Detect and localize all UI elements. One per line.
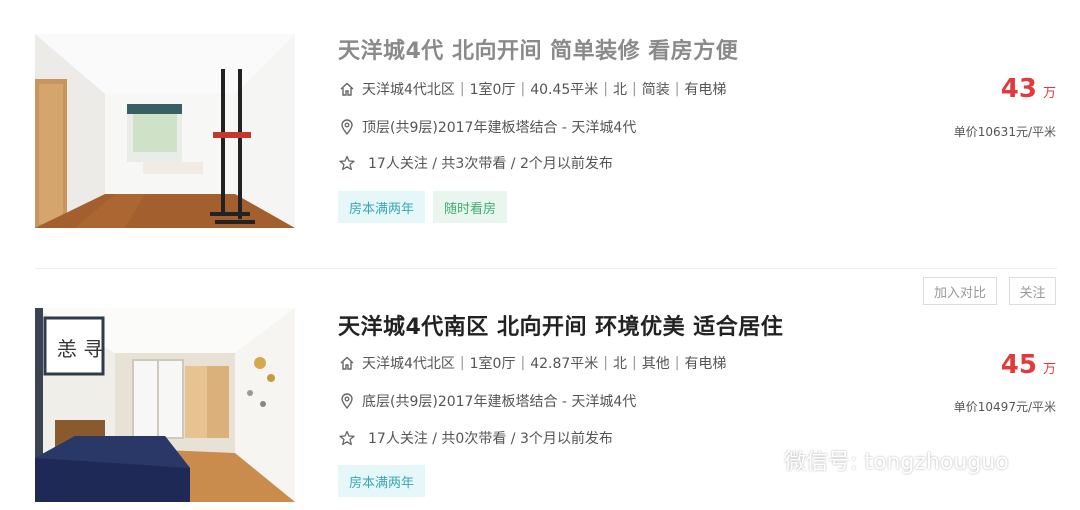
floor-info-row: 底层(共9层)2017年建板塔结合 - 天洋城4代 xyxy=(338,390,636,412)
tag-badge: 随时看房 xyxy=(433,191,508,223)
wechat-icon xyxy=(728,441,775,478)
room-photo-illustration: 恙 寻 xyxy=(35,308,295,502)
tag-list: 房本满两年 xyxy=(338,465,426,497)
follow-info-row: 17人关注 / 共0次带看 / 3个月以前发布 xyxy=(338,427,613,449)
house-info-row: 天洋城4代北区 | 1室0厅 | 42.87平米 | 北 | 其他 | 有电梯 xyxy=(338,352,726,374)
orientation-text: 北 xyxy=(613,356,627,372)
floor-info-text: 底层(共9层)2017年建板塔结合 - 天洋城4代 xyxy=(362,394,637,410)
listing-title[interactable]: 天洋城4代南区 北向开间 环境优美 适合居住 xyxy=(338,309,783,341)
location-pin-icon xyxy=(338,392,356,410)
listing-photo[interactable]: 恙 寻 xyxy=(35,308,295,502)
location-pin-icon xyxy=(338,118,356,136)
decoration-text: 其他 xyxy=(641,356,670,372)
tag-badge: 房本满两年 xyxy=(338,465,426,497)
tag-badge: 房本满两年 xyxy=(338,191,426,223)
star-icon xyxy=(338,429,356,447)
wechat-watermark: 微信号: tongzhouguo xyxy=(728,440,1009,480)
house-info-row: 天洋城4代北区 | 1室0厅 | 40.45平米 | 北 | 简装 | 有电梯 xyxy=(338,78,726,100)
separator: | xyxy=(603,355,608,371)
separator: | xyxy=(520,355,526,371)
separator: | xyxy=(520,81,526,97)
listing-photo[interactable] xyxy=(35,34,295,228)
add-to-compare-button[interactable]: 加入对比 xyxy=(923,277,997,305)
floor-info-text: 顶层(共9层)2017年建板塔结合 - 天洋城4代 xyxy=(362,120,637,136)
price-value: 45 xyxy=(1000,350,1037,380)
star-icon xyxy=(338,154,356,172)
separator: | xyxy=(674,355,680,371)
unit-price: 单价10631元/平米 xyxy=(953,125,1056,139)
area-text: 42.87平米 xyxy=(530,356,599,372)
area-text: 40.45平米 xyxy=(530,82,599,98)
listing-card[interactable]: 天洋城4代 北向开间 简单装修 看房方便 天洋城4代北区 | 1室0厅 | 40… xyxy=(0,0,1080,268)
total-price: 45 万 xyxy=(1001,350,1056,380)
separator: | xyxy=(603,81,608,97)
orientation-text: 北 xyxy=(613,82,627,98)
separator: | xyxy=(459,355,465,371)
price-unit: 万 xyxy=(1042,362,1056,377)
watermark-text: 微信号: tongzhouguo xyxy=(784,450,1009,475)
elevator-text: 有电梯 xyxy=(684,82,727,98)
total-price: 43 万 xyxy=(1001,74,1056,104)
follow-info-text: 17人关注 / 共3次带看 / 2个月以前发布 xyxy=(368,156,613,172)
price-value: 43 xyxy=(1000,74,1037,104)
community-link[interactable]: 天洋城4代北区 xyxy=(362,79,455,99)
floor-info-row: 顶层(共9层)2017年建板塔结合 - 天洋城4代 xyxy=(338,116,636,138)
separator: | xyxy=(459,81,465,97)
tag-list: 房本满两年 随时看房 xyxy=(338,191,508,223)
community-link[interactable]: 天洋城4代北区 xyxy=(362,353,455,373)
elevator-text: 有电梯 xyxy=(684,356,727,372)
follow-button[interactable]: 关注 xyxy=(1009,277,1056,305)
room-photo-illustration xyxy=(35,34,295,228)
price-unit: 万 xyxy=(1042,86,1056,101)
house-icon xyxy=(338,80,356,98)
unit-price: 单价10497元/平米 xyxy=(953,400,1056,414)
separator: | xyxy=(632,81,637,97)
house-icon xyxy=(338,354,356,372)
decoration-text: 简装 xyxy=(641,82,670,98)
follow-info-text: 17人关注 / 共0次带看 / 3个月以前发布 xyxy=(368,431,613,447)
separator: | xyxy=(674,81,680,97)
follow-info-row: 17人关注 / 共3次带看 / 2个月以前发布 xyxy=(338,152,613,174)
layout-text: 1室0厅 xyxy=(469,82,516,98)
separator: | xyxy=(632,355,637,371)
listing-title[interactable]: 天洋城4代 北向开间 简单装修 看房方便 xyxy=(338,33,738,65)
svg-text:恙 寻: 恙 寻 xyxy=(57,337,103,361)
listing-divider xyxy=(35,268,1057,269)
layout-text: 1室0厅 xyxy=(469,356,516,372)
